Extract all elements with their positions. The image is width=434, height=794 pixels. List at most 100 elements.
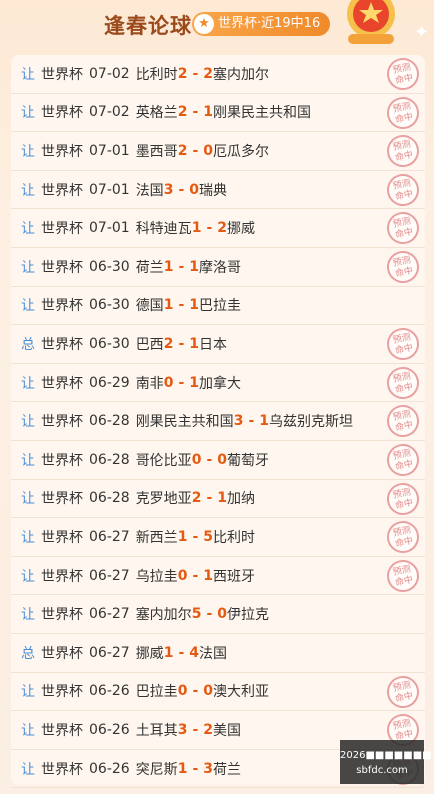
star-icon: ★ [194,14,214,34]
away-team: 刚果民主共和国 [213,105,311,122]
list-item[interactable]: 总世界杯 06-27 挪威 1-4 法国 [11,634,425,673]
prediction-list: 让世界杯 07-02 比利时 2-2 塞内加尔 预测 命中让世界杯 07-02 英格兰 2-1 刚果… [11,55,425,789]
away-team: 美国 [213,722,241,739]
list-item[interactable]: 让世界杯 06-27 乌拉圭 0-1 西班牙 预测 命中 [11,556,425,596]
list-item[interactable]: 让世界杯 06-29 南非 0-1 加拿大 预测 命中 [11,363,425,403]
match-date: 06-27 [89,606,130,623]
score-separator: - [192,760,199,777]
away-score: 0 [217,606,227,623]
list-item[interactable]: 让世界杯 06-28 哥伦比亚 0-0 葡萄牙 预测 命中 [11,441,425,480]
match-date: 06-27 [89,644,130,661]
home-team: 巴西 [135,336,164,353]
list-item[interactable]: 让世界杯 06-27 新西兰 1-5 比利时 预测 命中 [11,518,425,557]
home-team: 英格兰 [135,105,178,122]
match-date: 07-02 [89,65,130,82]
hit-stamp: 预测命中 [384,93,422,132]
score-separator: - [206,490,213,507]
away-team: 法国 [199,645,227,662]
hit-stamp: 预测命中 [384,518,422,556]
away-score: 2 [203,721,213,738]
list-item[interactable]: 让世界杯 06-26 巴拉圭 0-0 澳大利亚 预测 命中 [11,672,425,712]
home-score: 2 [177,142,188,159]
match-date: 06-26 [89,721,130,738]
bet-type-tag: 让 [21,529,35,546]
list-item[interactable]: 让世界杯 06-27 塞内加尔 5-0 伊拉克 [11,595,425,634]
away-score: 1 [189,374,199,391]
home-team: 哥伦比亚 [135,452,192,469]
league-name: 世界杯 [41,105,83,122]
hit-stamp: 预测命中 [384,479,422,518]
home-score: 1 [163,258,174,275]
score-separator: - [178,258,185,275]
bet-type-tag: 让 [21,105,35,122]
away-score: 1 [189,335,199,352]
away-score: 2 [217,220,227,237]
bet-type-tag: 总 [21,336,35,353]
list-item[interactable]: 让世界杯 07-01 法国 3-0 瑞典 预测 命中 [11,170,425,210]
home-score: 1 [163,297,174,314]
page-title: 逢春论球 [104,14,192,38]
home-team: 新西兰 [135,529,178,546]
home-team: 南非 [135,375,164,392]
home-team: 荷兰 [135,259,164,276]
match-date: 07-01 [89,181,130,198]
score-separator: - [192,683,199,700]
hit-stamp: 预测命中 [384,325,422,363]
score-separator: - [178,374,185,391]
league-name: 世界杯 [41,259,83,276]
score-separator: - [192,104,199,121]
hit-stamp: 预测命中 [384,248,422,286]
home-team: 德国 [135,298,164,315]
bet-type-tag: 让 [21,722,35,739]
away-score: 1 [217,490,227,507]
away-team: 挪威 [227,221,255,238]
match-date: 06-29 [89,374,130,391]
score-separator: - [178,297,185,314]
league-name: 世界杯 [41,568,83,585]
hit-stamp: 预测命中 [384,363,422,402]
list-item[interactable]: 让世界杯 07-02 比利时 2-2 塞内加尔 预测 命中 [11,55,425,94]
league-name: 世界杯 [41,452,83,469]
list-item[interactable]: 让世界杯 06-30 荷兰 1-1 摩洛哥 预测 命中 [11,248,425,287]
list-item[interactable]: 让世界杯 07-02 英格兰 2-1 刚果民主共和国 预测 命中 [11,93,425,133]
score-separator: - [178,644,185,661]
away-score: 0 [203,683,213,700]
home-score: 0 [177,567,188,584]
away-team: 澳大利亚 [213,684,269,701]
home-team: 乌拉圭 [135,568,178,585]
score-separator: - [192,65,199,82]
list-item[interactable]: 让世界杯 06-28 刚果民主共和国 3-1 乌兹别克斯坦 预测 命中 [11,402,425,441]
hit-stamp: 预测命中 [384,170,422,209]
list-item[interactable]: 让世界杯 06-28 克罗地亚 2-1 加纳 预测 命中 [11,479,425,519]
hit-stamp: 预测命中 [384,132,422,170]
league-name: 世界杯 [41,684,83,701]
list-item[interactable]: 总世界杯 06-30 巴西 2-1 日本 预测 命中 [11,325,425,364]
bet-type-tag: 让 [21,259,35,276]
medal-icon [347,0,395,44]
list-item[interactable]: 让世界杯 06-30 德国 1-1 巴拉圭 [11,287,425,326]
page: 逢春论球 ★ 世界杯·近19中16 ✦ 让世界杯 07-02 比利时 2-2 塞内加尔预… [0,0,434,794]
bet-type-tag: 让 [21,684,35,701]
home-score: 3 [177,721,188,738]
hit-stamp: 预测命中 [384,672,422,711]
away-score: 3 [203,760,213,777]
score-separator: - [206,220,213,237]
hit-stamp: 预测命中 [384,441,422,479]
match-date: 06-27 [89,567,130,584]
list-item[interactable]: 让世界杯 07-01 科特迪瓦 1-2 挪威 预测 命中 [11,209,425,248]
hit-stamp: 预测命中 [384,402,422,440]
away-team: 巴拉圭 [199,298,241,315]
hit-stamp: 预测命中 [384,556,422,595]
away-score: 2 [203,65,213,82]
home-score: 2 [177,104,188,121]
league-name: 世界杯 [41,375,83,392]
list-item[interactable]: 让世界杯 07-01 墨西哥 2-0 厄瓜多尔 预测 命中 [11,132,425,171]
away-team: 瑞典 [199,182,227,199]
match-date: 06-27 [89,528,130,545]
home-team: 科特迪瓦 [135,221,192,238]
bet-type-tag: 让 [21,607,35,624]
home-score: 3 [163,181,174,198]
league-name: 世界杯 [41,66,83,83]
league-name: 世界杯 [41,143,83,160]
away-score: 1 [189,258,199,275]
